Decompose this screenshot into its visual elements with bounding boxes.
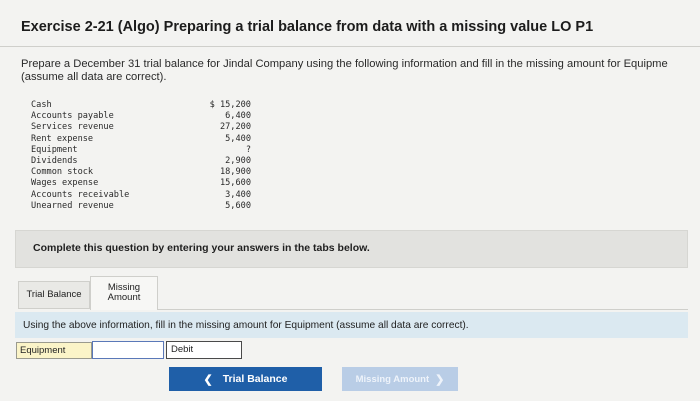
ledger-row: Equipment? xyxy=(31,145,251,156)
tab-missing-label-2: Amount xyxy=(107,292,141,303)
account-value: 5,600 xyxy=(225,200,251,211)
intro-line-2: (assume all data are correct). xyxy=(21,71,167,83)
ledger-row: Dividends 2,900 xyxy=(31,156,251,167)
debit-label: Debit xyxy=(166,341,242,359)
account-value: 6,400 xyxy=(225,111,251,122)
ledger-row: Services revenue 27,200 xyxy=(31,122,251,133)
account-name: Services revenue xyxy=(31,122,114,133)
instruction-text: Using the above information, fill in the… xyxy=(23,320,469,331)
account-value: 3,400 xyxy=(225,189,251,200)
account-value: ? xyxy=(245,144,251,155)
ledger-row: Wages expense 15,600 xyxy=(31,178,251,189)
account-name: Unearned revenue xyxy=(31,200,114,211)
page-title: Exercise 2-21 (Algo) Preparing a trial b… xyxy=(21,19,594,35)
ledger-row: Cash $ 15,200 xyxy=(31,100,251,111)
question-instruction: Using the above information, fill in the… xyxy=(15,312,688,338)
account-data-table: Cash $ 15,200 Accounts payable 6,400 Servi… xyxy=(31,100,251,212)
account-name: Wages expense xyxy=(31,178,99,189)
account-name: Dividends xyxy=(31,155,78,166)
tab-trial-balance[interactable]: Trial Balance xyxy=(18,281,90,309)
account-value: 15,600 xyxy=(219,178,251,189)
header-divider xyxy=(0,46,700,47)
ledger-row: Accounts payable 6,400 xyxy=(31,111,251,122)
ledger-row: Common stock 18,900 xyxy=(31,167,251,178)
account-value: $ 15,200 xyxy=(209,100,251,110)
account-name: Equipment xyxy=(31,144,78,155)
account-value: 2,900 xyxy=(225,155,251,166)
account-name: Common stock xyxy=(31,167,94,178)
prev-button-label: Trial Balance xyxy=(222,373,288,385)
ledger-row: Accounts receivable 3,400 xyxy=(31,190,251,201)
tab-missing-amount[interactable]: Missing Amount xyxy=(90,276,158,310)
account-name: Cash xyxy=(31,100,52,110)
tab-divider xyxy=(158,309,688,310)
banner-text: Complete this question by entering your … xyxy=(33,242,370,254)
equipment-amount-input[interactable] xyxy=(92,341,164,359)
problem-intro: Prepare a December 31 trial balance for … xyxy=(21,58,700,84)
chevron-left-icon: ❮ xyxy=(203,373,213,386)
chevron-right-icon: ❯ xyxy=(435,373,445,386)
account-value: 18,900 xyxy=(219,167,251,178)
prev-trial-balance-button[interactable]: ❮ Trial Balance xyxy=(169,367,322,391)
ledger-row: Rent expense 5,400 xyxy=(31,134,251,145)
account-value: 27,200 xyxy=(219,122,251,133)
next-missing-amount-button[interactable]: Missing Amount ❯ xyxy=(342,367,458,391)
equipment-label: Equipment xyxy=(16,342,92,359)
account-value: 5,400 xyxy=(225,133,251,144)
ledger-row: Unearned revenue 5,600 xyxy=(31,201,251,212)
intro-line-1: Prepare a December 31 trial balance for … xyxy=(21,58,668,70)
instructions-banner: Complete this question by entering your … xyxy=(15,230,688,268)
account-name: Rent expense xyxy=(31,133,94,144)
next-button-label: Missing Amount xyxy=(355,373,430,385)
account-name: Accounts payable xyxy=(31,111,114,122)
account-name: Accounts receivable xyxy=(31,189,130,200)
